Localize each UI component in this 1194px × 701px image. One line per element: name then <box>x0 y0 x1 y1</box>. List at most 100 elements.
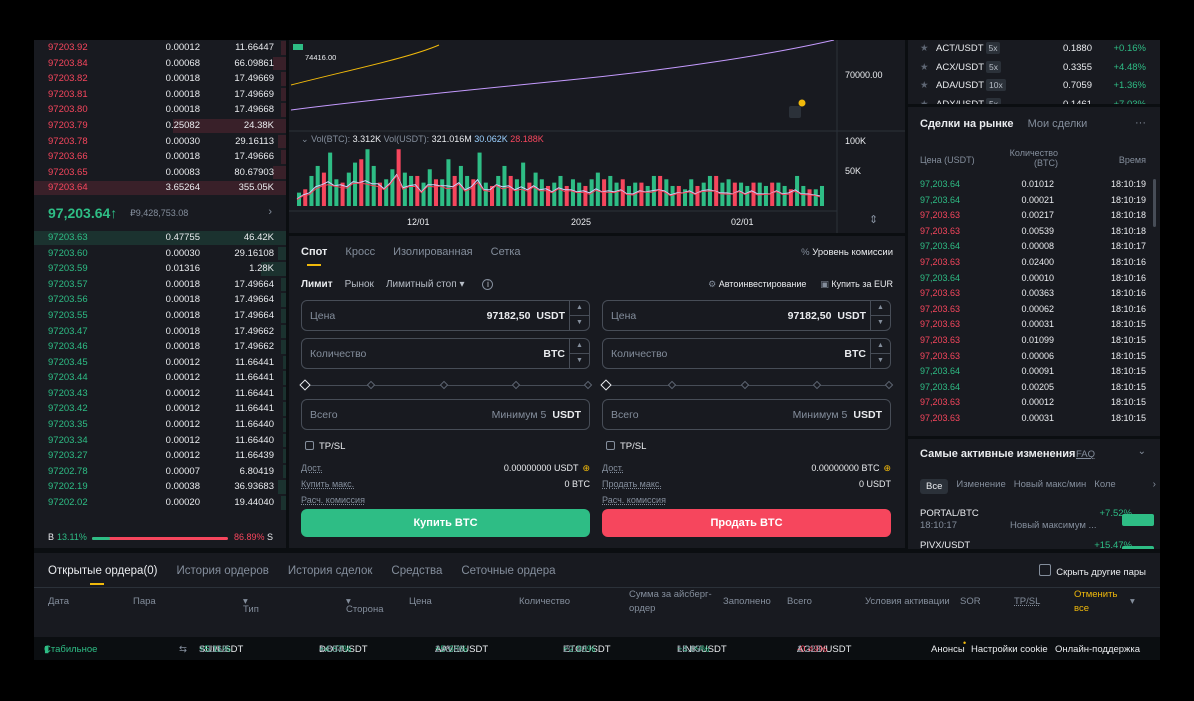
total-input[interactable]: Всего Минимум 5 USDT <box>301 399 590 430</box>
double-chevron-icon[interactable]: ⌄ <box>1138 446 1146 457</box>
tpsl-checkbox[interactable] <box>606 441 615 450</box>
caret-down-icon[interactable]: ▾ <box>1130 596 1135 607</box>
tab-my-trades[interactable]: Мои сделки <box>1028 118 1088 130</box>
star-icon[interactable]: ★ <box>920 77 929 96</box>
slider-step[interactable] <box>884 380 894 390</box>
amount-slider[interactable] <box>299 379 593 391</box>
slider-step[interactable] <box>439 380 448 390</box>
bid-row[interactable]: 97203.60 0.00030 29.16108 <box>34 246 286 262</box>
trades-scrollbar[interactable] <box>1153 179 1156 227</box>
movers-tab-change[interactable]: Изменение <box>956 479 1005 494</box>
ask-row[interactable]: 97203.65 0.00083 80.67903 <box>34 165 286 181</box>
chevron-right-icon[interactable]: › <box>268 206 272 218</box>
star-icon[interactable]: ★ <box>920 59 929 78</box>
cancel-all-button[interactable]: Отменить все <box>1074 588 1124 616</box>
add-funds-icon[interactable]: ⊕ <box>883 463 891 473</box>
ask-row[interactable]: 97203.84 0.00068 66.09861 <box>34 56 286 72</box>
pair-row[interactable]: ★ ACX/USDT 5x 0.3355 +4.48% <box>908 59 1160 78</box>
stepper-down-icon[interactable]: ▼ <box>570 354 589 368</box>
price-input[interactable]: Цена 97182,50 USDT ▲ ▼ <box>602 300 891 331</box>
price-chart[interactable]: 70000.00 74416.00 100K 50K 12/01 2025 02… <box>289 40 905 233</box>
bid-row[interactable]: 97203.44 0.00012 11.66441 <box>34 370 286 386</box>
stepper-up-icon[interactable]: ▲ <box>871 301 890 316</box>
tab-market-trades[interactable]: Сделки на рынке <box>920 118 1014 130</box>
chart-tool-icon[interactable] <box>789 106 801 118</box>
slider-step[interactable] <box>299 379 311 391</box>
order-type-market[interactable]: Рынок <box>345 279 374 290</box>
slider-step[interactable] <box>812 380 821 390</box>
stepper-down-icon[interactable]: ▼ <box>570 316 589 330</box>
ask-row[interactable]: 97203.92 0.00012 11.66447 <box>34 40 286 56</box>
ask-row[interactable]: 97203.80 0.00018 17.49668 <box>34 102 286 118</box>
bid-row[interactable]: 97203.43 0.00012 11.66441 <box>34 386 286 402</box>
stepper[interactable]: ▲ ▼ <box>569 339 589 368</box>
hide-other-pairs[interactable]: Скрыть другие пары <box>1039 564 1146 578</box>
pair-row[interactable]: ★ ACT/USDT 5x 0.1880 +0.16% <box>908 40 1160 59</box>
online-support-link[interactable]: Онлайн-поддержка <box>1055 640 1140 660</box>
amount-slider[interactable] <box>600 379 894 391</box>
auto-invest-link[interactable]: ⚙ Автоинвестирование <box>708 279 806 290</box>
ask-row[interactable]: 97203.81 0.00018 17.49669 <box>34 87 286 103</box>
bid-row[interactable]: 97203.42 0.00012 11.66441 <box>34 401 286 417</box>
order-book-last-price[interactable]: 97,203.64↑ ₽9,428,753.08 › <box>34 196 286 230</box>
ask-row[interactable]: 97203.78 0.00030 29.16113 <box>34 134 286 150</box>
stepper-down-icon[interactable]: ▼ <box>871 316 890 330</box>
slider-step[interactable] <box>583 380 593 390</box>
faq-link[interactable]: FAQ <box>1076 449 1095 460</box>
stepper-up-icon[interactable]: ▲ <box>871 339 890 354</box>
tpsl-checkbox[interactable] <box>305 441 314 450</box>
collapse-icon[interactable]: ⌄ <box>301 134 309 144</box>
ask-row[interactable]: 97203.64 3.65264 355.05K <box>34 180 286 196</box>
ask-row[interactable]: 97203.66 0.00018 17.49666 <box>34 149 286 165</box>
more-icon[interactable]: ··· <box>1135 117 1146 129</box>
star-icon[interactable]: ★ <box>920 96 929 105</box>
tab-grid[interactable]: Сетка <box>491 246 521 258</box>
hide-other-pairs-checkbox[interactable] <box>1039 564 1052 576</box>
tab-cross[interactable]: Кросс <box>345 246 375 258</box>
slider-step[interactable] <box>367 380 376 390</box>
tab-isolated[interactable]: Изолированная <box>393 246 473 258</box>
movers-tab-more[interactable]: Коле <box>1094 479 1115 494</box>
tab-order-history[interactable]: История ордеров <box>177 565 269 577</box>
total-input[interactable]: Всего Минимум 5 USDT <box>602 399 891 430</box>
bid-row[interactable]: 97202.19 0.00038 36.93683 <box>34 479 286 495</box>
stepper[interactable]: ▲ ▼ <box>569 301 589 330</box>
buy-button[interactable]: Купить BTC <box>301 509 590 537</box>
bid-row[interactable]: 97203.35 0.00012 11.66440 <box>34 417 286 433</box>
pair-row[interactable]: ★ ADA/USDT 10x 0.7059 +1.36% <box>908 77 1160 96</box>
bid-row[interactable]: 97203.27 0.00012 11.66439 <box>34 448 286 464</box>
pair-row[interactable]: ★ ADX/USDT 5x 0.1461 +7.03% <box>908 96 1160 105</box>
tpsl-toggle[interactable]: TP/SL <box>305 441 345 452</box>
bid-row[interactable]: 97203.45 0.00012 11.66441 <box>34 355 286 371</box>
col-side[interactable]: Сторона ▾ <box>346 596 384 615</box>
settings-icon[interactable]: ⇆ <box>179 640 187 660</box>
mover-item[interactable]: PORTAL/BTC 18:10:17 +7.52% Новый максиму… <box>920 508 1154 534</box>
announcements-link[interactable]: Анонсы <box>931 640 965 660</box>
bid-row[interactable]: 97203.34 0.00012 11.66440 <box>34 433 286 449</box>
tab-trade-history[interactable]: История сделок <box>288 565 373 577</box>
cookie-settings-link[interactable]: Настройки cookie <box>971 640 1048 660</box>
stepper-up-icon[interactable]: ▲ <box>570 339 589 354</box>
bid-row[interactable]: 97203.55 0.00018 17.49664 <box>34 308 286 324</box>
tab-grid-orders[interactable]: Сеточные ордера <box>461 565 555 577</box>
slider-step[interactable] <box>668 380 677 390</box>
info-icon[interactable]: i <box>482 279 494 290</box>
ask-row[interactable]: 97203.79 0.25082 24.38K <box>34 118 286 134</box>
tab-funds[interactable]: Средства <box>391 565 442 577</box>
fee-level-link[interactable]: % Уровень комиссии <box>801 247 893 258</box>
ask-row[interactable]: 97203.82 0.00018 17.49669 <box>34 71 286 87</box>
bid-row[interactable]: 97203.56 0.00018 17.49664 <box>34 292 286 308</box>
chart-scale-icon[interactable]: ⇕ <box>869 214 878 226</box>
stepper-down-icon[interactable]: ▼ <box>871 354 890 368</box>
star-icon[interactable]: ★ <box>920 40 929 59</box>
tab-open-orders[interactable]: Открытые ордера(0) <box>48 565 158 585</box>
mover-item[interactable]: PIVX/USDT +15.47% <box>920 540 1154 549</box>
order-type-limit[interactable]: Лимит <box>301 279 333 290</box>
bid-row[interactable]: 97203.59 0.01316 1.28K <box>34 261 286 277</box>
slider-step[interactable] <box>740 380 749 390</box>
tpsl-toggle[interactable]: TP/SL <box>606 441 646 452</box>
price-input[interactable]: Цена 97182,50 USDT ▲ ▼ <box>301 300 590 331</box>
order-type-stop-limit[interactable]: Лимитный стоп ▾ <box>386 279 465 290</box>
tab-spot[interactable]: Спот <box>301 246 327 266</box>
buy-eur-link[interactable]: ▣ Купить за EUR <box>820 279 893 290</box>
